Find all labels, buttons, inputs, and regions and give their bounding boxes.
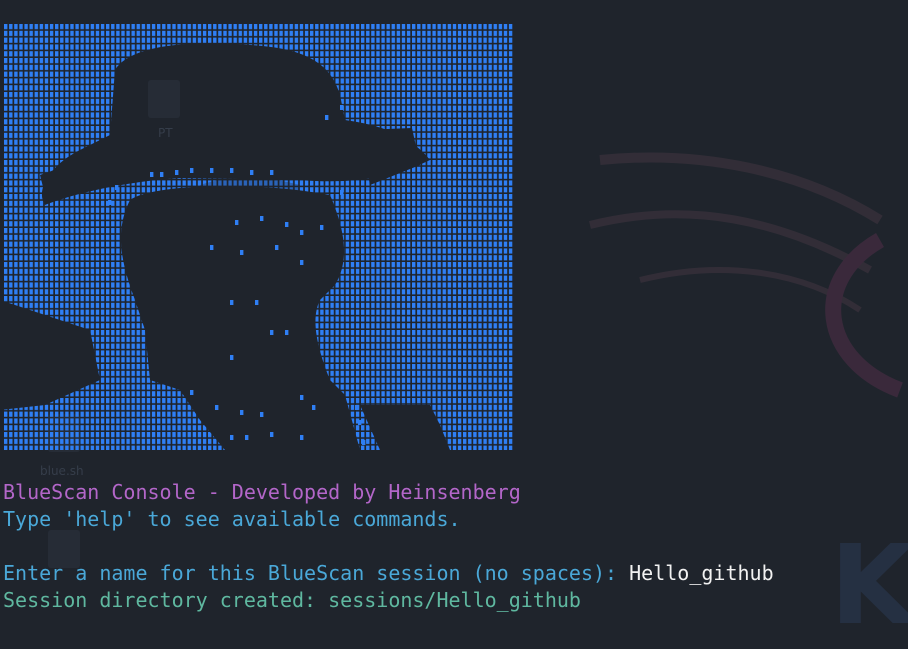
watermark-letter: K [830,521,908,649]
dragon-watermark-icon [589,152,903,398]
prompt-text: Enter a name for this BlueScan session (… [3,561,630,585]
help-hint-line: Type 'help' to see available commands. [3,507,461,531]
console-title-line: BlueScan Console - Developed by Heinsenb… [3,480,521,504]
ascii-art-portrait [4,24,514,450]
session-name-input[interactable]: Hello_github [629,561,774,585]
desktop-icon-label: blue.sh [40,464,84,478]
session-name-prompt[interactable]: Enter a name for this BlueScan session (… [3,560,774,587]
session-created-line: Session directory created: sessions/Hell… [3,588,581,612]
